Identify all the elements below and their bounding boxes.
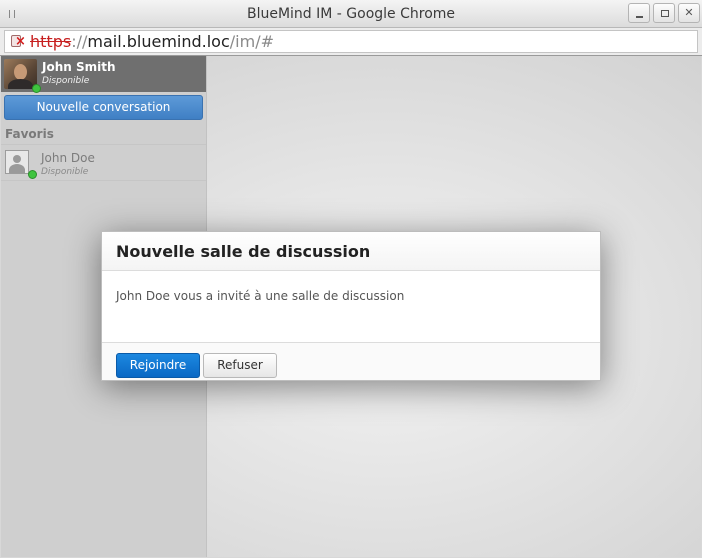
maximize-button[interactable] <box>653 3 675 23</box>
new-conversation-button[interactable]: Nouvelle conversation <box>4 95 203 120</box>
contact-status: Disponible <box>41 167 89 177</box>
window-title-bar: BlueMind IM - Google Chrome ✕ <box>0 0 702 28</box>
dialog-footer: Rejoindre Refuser <box>102 342 600 380</box>
join-button[interactable]: Rejoindre <box>116 353 200 378</box>
url-scheme: https <box>30 32 72 51</box>
invitation-dialog: Nouvelle salle de discussion John Doe vo… <box>101 231 601 381</box>
address-bar: × https://mail.bluemind.loc/im/# <box>0 28 702 56</box>
window-title: BlueMind IM - Google Chrome <box>246 6 456 22</box>
insecure-lock-icon[interactable]: × <box>11 35 26 48</box>
user-avatar <box>4 59 37 89</box>
current-user-name: John Smith <box>42 60 116 74</box>
dialog-header: Nouvelle salle de discussion <box>102 232 600 271</box>
minimize-button[interactable] <box>628 3 650 23</box>
favorites-heading: Favoris <box>5 127 54 141</box>
dialog-message: John Doe vous a invité à une salle de di… <box>116 289 405 303</box>
contact-item[interactable]: John Doe Disponible <box>1 145 206 181</box>
decline-button[interactable]: Refuser <box>203 353 277 378</box>
url-text[interactable]: https://mail.bluemind.loc/im/# <box>30 32 274 52</box>
contact-name: John Doe <box>41 151 95 165</box>
default-avatar-icon <box>5 150 29 174</box>
url-path: /im/# <box>229 32 274 51</box>
url-separator: :// <box>71 32 88 51</box>
current-user-panel[interactable]: John Smith Disponible <box>1 56 206 93</box>
presence-available-icon <box>32 84 41 93</box>
url-host: mail.bluemind.loc <box>87 32 230 51</box>
close-button[interactable]: ✕ <box>678 3 700 23</box>
url-field[interactable]: × https://mail.bluemind.loc/im/# <box>4 30 698 53</box>
dialog-title: Nouvelle salle de discussion <box>116 242 371 261</box>
current-user-status[interactable]: Disponible <box>42 76 89 86</box>
presence-available-icon <box>28 170 37 179</box>
